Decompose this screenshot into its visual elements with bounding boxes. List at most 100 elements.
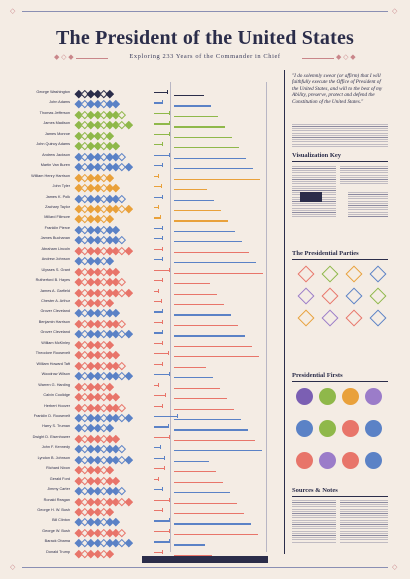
president-name: James K. Polk [45, 194, 70, 199]
president-name: John Tyler [52, 184, 70, 189]
tenure-end-tick [169, 539, 171, 544]
tenure-end-tick [169, 528, 171, 533]
president-row: Herbert Hoover [14, 402, 279, 413]
tenure-bar [154, 154, 170, 156]
tenure-bar [154, 144, 162, 146]
president-row: Chester A. Arthur [14, 297, 279, 308]
tenure-end-tick [161, 163, 163, 168]
lifespan-bar [174, 523, 251, 525]
trait-diamond [118, 486, 127, 495]
trait-diamond [118, 277, 127, 286]
president-name: Zachary Taylor [45, 204, 70, 209]
tenure-bar [154, 363, 162, 365]
tenure-bar [154, 186, 161, 188]
trait-diamond [118, 403, 127, 412]
president-name: James Monroe [44, 131, 70, 136]
tenure-bar [154, 196, 162, 198]
tenure-end-tick [161, 257, 163, 262]
tenure-bar [154, 530, 170, 533]
president-name: Herbert Hoover [44, 403, 70, 408]
subtitle-row: ◆ ◇ ◆ Exploring 233 Years of the Command… [0, 53, 410, 65]
panel-divider [284, 70, 285, 554]
president-row: James A. Garfield [14, 287, 279, 298]
president-row: James Madison [14, 119, 279, 130]
trait-diamond [105, 215, 114, 224]
trait-diamond [124, 371, 133, 380]
party-diamond-icon [321, 287, 339, 305]
tenure-bar [154, 551, 162, 553]
president-name: William Henry Harrison [31, 173, 70, 178]
president-row: Woodrow Wilson [14, 370, 279, 381]
tenure-bar [154, 436, 170, 439]
tenure-end-tick [161, 236, 163, 241]
president-row: Zachary Taylor [14, 203, 279, 214]
trait-diamond [124, 204, 133, 213]
president-row: James K. Polk [14, 193, 279, 204]
parties-heading: The Presidential Parties [292, 250, 359, 257]
lifespan-bar [174, 345, 252, 347]
tenure-bar [154, 426, 169, 428]
tenure-bar [154, 165, 162, 167]
portrait-icon [319, 452, 336, 469]
key-heading: Visualization Key [292, 152, 342, 159]
tenure-bar [154, 541, 170, 543]
president-row: Benjamin Harrison [14, 318, 279, 329]
lifespan-bar [174, 398, 227, 400]
president-name: William Howard Taft [36, 361, 70, 366]
president-name: Millard Fillmore [44, 215, 70, 220]
tenure-bar [154, 227, 162, 230]
tenure-end-tick [161, 142, 163, 147]
trait-diamond [118, 194, 127, 203]
tenure-end-tick [169, 110, 171, 115]
president-name: Rutherford B. Hayes [35, 278, 70, 283]
tenure-end-tick [161, 361, 163, 366]
sources-text-left [292, 500, 336, 544]
left-ornament-icon: ◆ ◇ ◆ [54, 53, 74, 61]
oath-quote: "I do solemnly swear (or affirm) that I … [292, 73, 383, 105]
president-name: James A. Garfield [40, 288, 70, 293]
portrait-icon [365, 452, 382, 469]
portrait-icon [296, 388, 313, 405]
key-rule [292, 161, 388, 162]
trait-diamond [118, 110, 127, 119]
tenure-end-tick [161, 340, 163, 345]
tenure-bar [154, 311, 162, 313]
lifespan-bar [174, 429, 248, 431]
tenure-end-tick [168, 351, 170, 356]
president-name: Andrew Jackson [42, 152, 70, 157]
trait-diamond [124, 330, 133, 339]
president-name: James Buchanan [40, 236, 70, 241]
party-diamond-icon [297, 309, 315, 327]
tenure-bar [154, 280, 162, 282]
president-row: George Washington [14, 88, 279, 99]
lifespan-bar [174, 471, 216, 473]
tenure-end-tick [160, 184, 162, 189]
tenure-end-tick [169, 121, 171, 126]
poster-title: The President of the United States [55, 27, 355, 49]
tenure-bar [154, 301, 161, 303]
lifespan-bar [174, 418, 241, 421]
president-row: Grover Cleveland [14, 307, 279, 318]
trait-diamond [118, 152, 127, 161]
tenure-bar [154, 415, 178, 418]
tenure-bar [154, 395, 165, 397]
trait-diamond [124, 288, 133, 297]
president-row: Millard Fillmore [14, 213, 279, 224]
tenure-end-tick [169, 267, 171, 272]
president-row: Martin Van Buren [14, 161, 279, 172]
key-notes-right [340, 166, 388, 186]
portrait-icon [342, 420, 359, 437]
president-name: John Quincy Adams [36, 142, 70, 147]
tenure-bar [154, 342, 162, 344]
key-notes-block [348, 192, 388, 218]
parties-rule [292, 259, 388, 260]
president-row: Abraham Lincoln [14, 245, 279, 256]
lifespan-bar [174, 157, 246, 159]
party-diamond-icon [345, 309, 363, 327]
tenure-end-tick [158, 476, 160, 481]
tenure-bar [154, 133, 170, 135]
portrait-icon [319, 388, 336, 405]
lifespan-bar [174, 105, 211, 107]
lifespan-bar [174, 199, 214, 201]
lifespan-bar [174, 533, 258, 536]
